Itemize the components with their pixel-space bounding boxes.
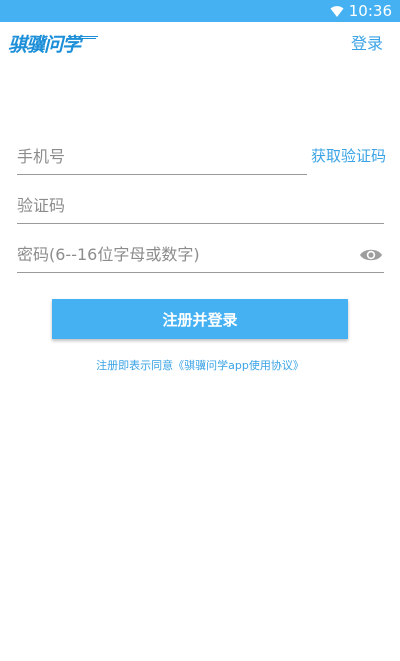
phone-field[interactable] [17, 140, 307, 175]
logo-decoration-icon [68, 36, 98, 39]
app-logo: 骐骥问学 [8, 32, 103, 58]
code-input[interactable] [17, 189, 384, 221]
status-bar: 10:36 [0, 0, 400, 22]
code-field[interactable] [17, 189, 384, 224]
status-time: 10:36 [348, 2, 392, 20]
register-login-button[interactable]: 注册并登录 [52, 299, 348, 339]
agreement-link[interactable]: 注册即表示同意《骐骥问学app使用协议》 [0, 359, 400, 373]
wifi-icon [330, 6, 344, 17]
login-link[interactable]: 登录 [351, 34, 383, 54]
register-page: 10:36 骐骥问学 登录 获取验证码 注册并登录 注册即表示同意《骐骥问学ap… [0, 0, 400, 661]
eye-icon[interactable] [359, 247, 383, 263]
password-input[interactable] [17, 238, 337, 270]
phone-input[interactable] [17, 140, 307, 172]
get-code-button[interactable]: 获取验证码 [311, 146, 386, 166]
password-field[interactable] [17, 238, 384, 273]
